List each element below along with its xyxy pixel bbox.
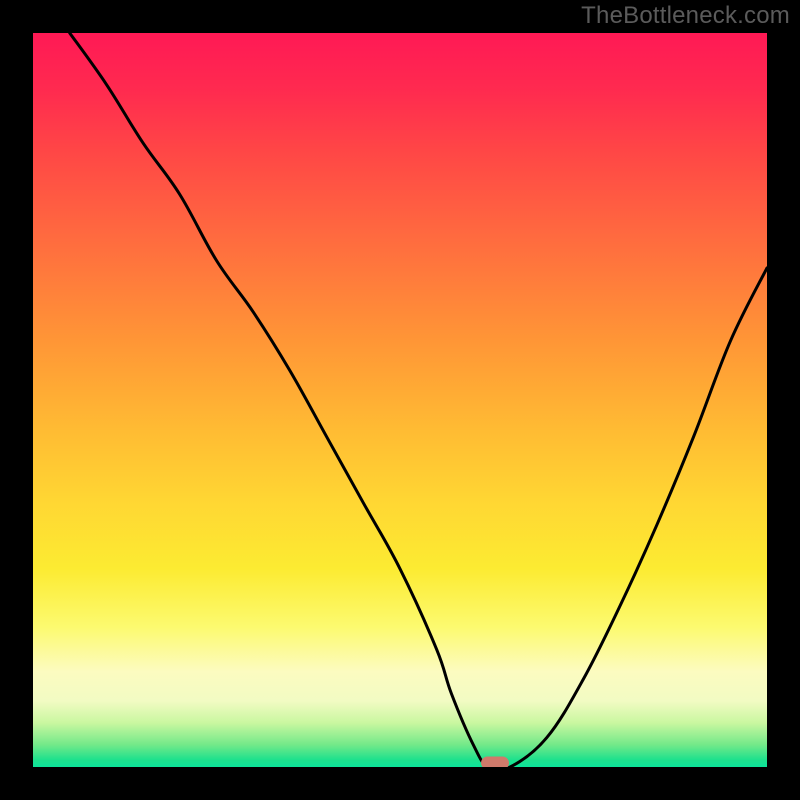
chart-container: TheBottleneck.com (0, 0, 800, 800)
plot-area (33, 33, 767, 767)
curve-svg (33, 33, 767, 767)
bottleneck-curve-path (70, 33, 767, 767)
watermark-text: TheBottleneck.com (581, 2, 790, 30)
optimal-marker (481, 757, 509, 767)
